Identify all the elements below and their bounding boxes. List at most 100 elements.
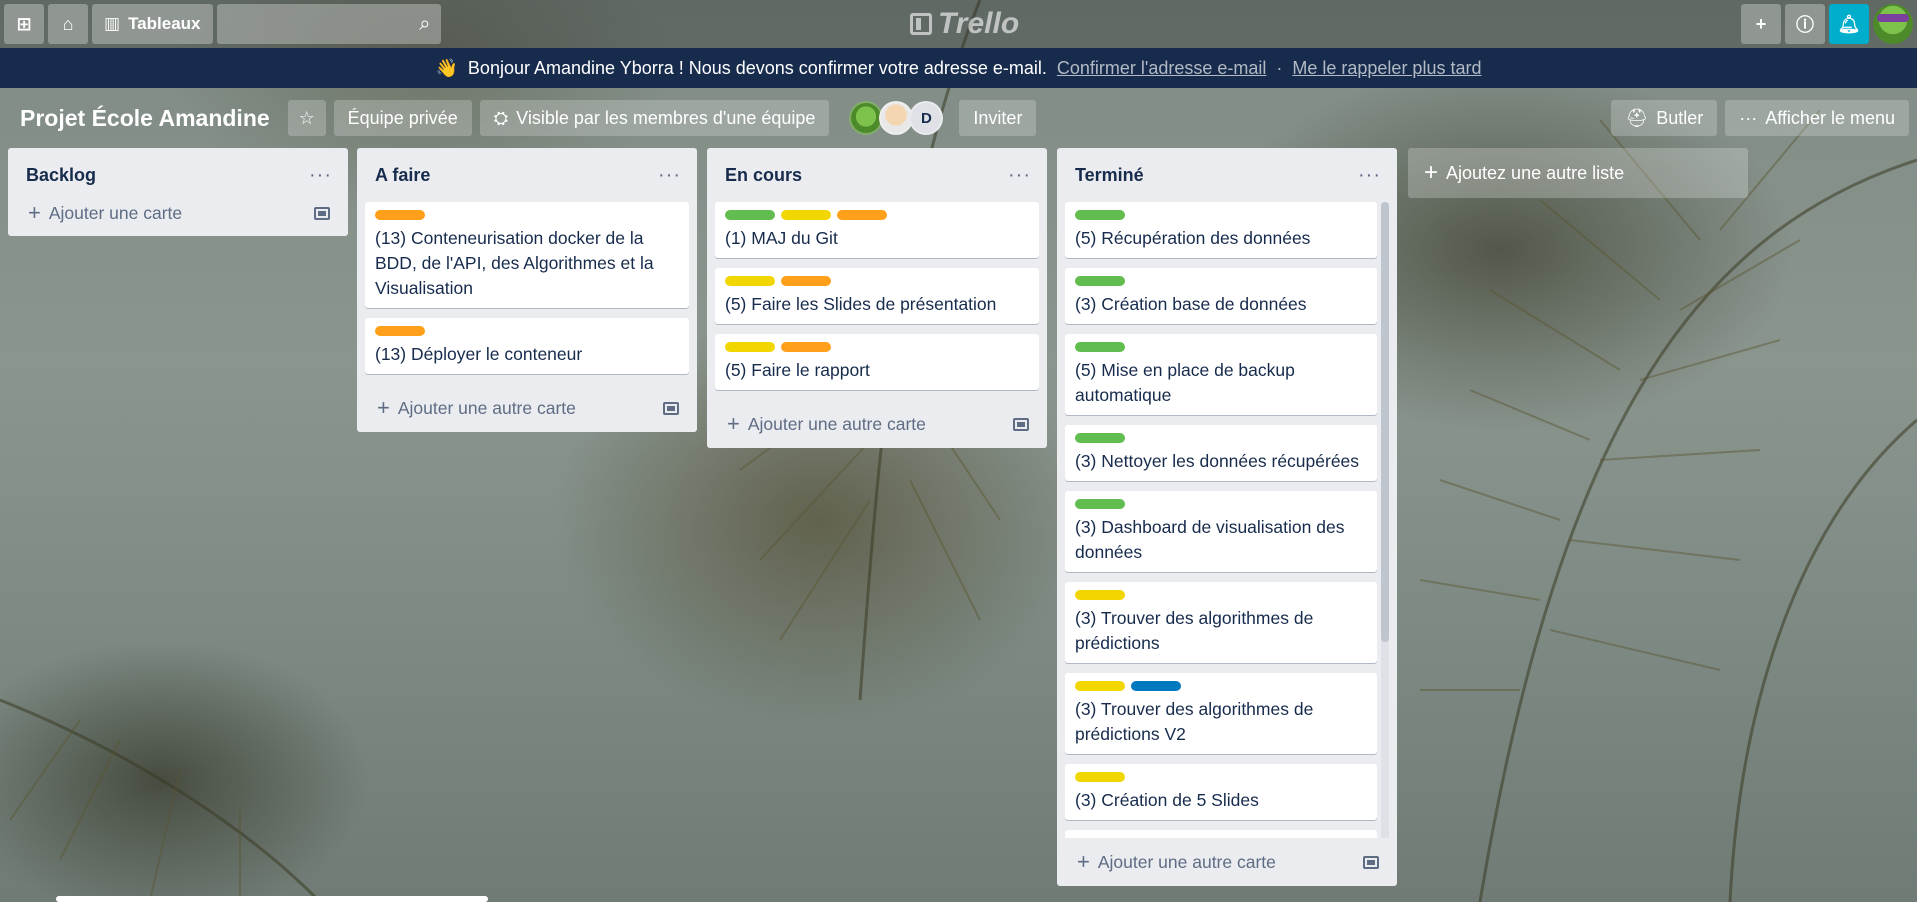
card[interactable]: (3) Nettoyer les données récupérées (1065, 425, 1377, 481)
label-green[interactable] (1075, 276, 1125, 286)
card-labels (1075, 499, 1367, 509)
confirm-email-link[interactable]: Confirmer l'adresse e-mail (1057, 58, 1267, 79)
card-title: (3) Trouver des algorithmes de prédictio… (1075, 608, 1314, 653)
label-yellow[interactable] (1075, 772, 1125, 782)
card[interactable]: (3) Création base de données (1065, 268, 1377, 324)
card[interactable]: (3) Dashboard de visualisation des donné… (1065, 491, 1377, 572)
label-green[interactable] (1075, 342, 1125, 352)
wave-icon: 👋 (435, 57, 458, 78)
card-title: (3) Création de 5 Slides (1075, 790, 1259, 810)
label-orange[interactable] (781, 276, 831, 286)
show-menu-button[interactable]: ··· Afficher le menu (1725, 100, 1909, 136)
card[interactable]: (5) Mise en place de backup automatique (1065, 334, 1377, 415)
search-input[interactable]: ⌕ (216, 4, 441, 44)
header-actions: + ⓘ 🔔︎ (1741, 4, 1913, 44)
card-title: (3) Dashboard de visualisation des donné… (1075, 517, 1345, 562)
card-title: (13) Déployer le conteneur (375, 344, 583, 364)
home-button[interactable]: ⌂ (48, 4, 88, 44)
board-header: Projet École Amandine ☆ Équipe privée ⛭ … (0, 94, 1917, 142)
add-list-button[interactable]: + Ajoutez une autre liste (1408, 148, 1748, 198)
card-title: (1) MAJ du Git (725, 228, 838, 248)
horizontal-scrollbar[interactable] (56, 896, 488, 902)
card-template-icon[interactable] (1363, 855, 1379, 869)
card[interactable] (1065, 830, 1377, 838)
board-header-right: ⛑︎ Butler ··· Afficher le menu (1611, 100, 1909, 136)
butler-label: Butler (1656, 107, 1704, 128)
label-orange[interactable] (375, 210, 425, 220)
label-orange[interactable] (375, 326, 425, 336)
member-avatar-initial[interactable]: D (909, 101, 944, 135)
list-menu-icon[interactable]: ··· (1358, 164, 1381, 187)
label-green[interactable] (725, 210, 775, 220)
plus-icon: + (1755, 13, 1767, 34)
apps-button[interactable]: ⊞ (4, 4, 44, 44)
label-yellow[interactable] (725, 342, 775, 352)
info-icon: ⓘ (1796, 15, 1814, 35)
label-orange[interactable] (781, 342, 831, 352)
card[interactable]: (3) Trouver des algorithmes de prédictio… (1065, 673, 1377, 754)
card-title: (5) Faire les Slides de présentation (725, 294, 997, 314)
label-green[interactable] (1075, 433, 1125, 443)
card[interactable]: (5) Faire les Slides de présentation (715, 268, 1039, 324)
label-yellow[interactable] (781, 210, 831, 220)
card[interactable]: (1) MAJ du Git (715, 202, 1039, 258)
label-green[interactable] (1075, 499, 1125, 509)
card[interactable]: (13) Déployer le conteneur (365, 318, 689, 374)
notifications-button[interactable]: 🔔︎ (1829, 4, 1869, 44)
info-button[interactable]: ⓘ (1785, 4, 1825, 44)
add-card-label: Ajouter une autre carte (747, 413, 926, 434)
label-yellow[interactable] (725, 276, 775, 286)
card[interactable]: (3) Trouver des algorithmes de prédictio… (1065, 582, 1377, 663)
add-card-label: Ajouter une carte (48, 202, 183, 223)
add-card-button[interactable]: + Ajouter une autre carte (365, 384, 689, 432)
list-title[interactable]: Terminé (1075, 165, 1144, 186)
card[interactable]: (5) Récupération des données (1065, 202, 1377, 258)
card-template-icon[interactable] (663, 401, 679, 415)
visibility-button[interactable]: ⛭ Visible par les membres d'une équipe (479, 100, 830, 136)
card-labels (1075, 210, 1367, 220)
card[interactable]: (5) Faire le rapport (715, 334, 1039, 390)
list-menu-icon[interactable]: ··· (658, 164, 681, 187)
butler-button[interactable]: ⛑︎ Butler (1611, 100, 1718, 136)
card-labels (1075, 342, 1367, 352)
scrollbar-track[interactable] (1381, 202, 1389, 838)
star-button[interactable]: ☆ (287, 100, 326, 136)
label-blue[interactable] (1131, 681, 1181, 691)
card-template-icon[interactable] (314, 206, 330, 220)
add-card-button[interactable]: + Ajouter une carte (16, 190, 340, 236)
scrollbar-thumb[interactable] (1381, 202, 1389, 642)
member-avatar-turtle[interactable] (849, 101, 884, 135)
list-title[interactable]: En cours (725, 165, 802, 186)
plus-icon: + (727, 411, 740, 436)
add-card-button[interactable]: + Ajouter une autre carte (1065, 838, 1389, 886)
member-avatar-character[interactable] (879, 101, 914, 135)
boards-button[interactable]: ▥ Tableaux (92, 4, 213, 44)
trello-logo[interactable]: Trello (910, 7, 1019, 41)
card[interactable]: (3) Création de 5 Slides (1065, 764, 1377, 820)
team-button[interactable]: Équipe privée (333, 100, 472, 136)
card-labels (1075, 590, 1367, 600)
card-template-icon[interactable] (1013, 417, 1029, 431)
create-button[interactable]: + (1741, 4, 1781, 44)
boards-label: Tableaux (128, 14, 201, 33)
card[interactable]: (13) Conteneurisation docker de la BDD, … (365, 202, 689, 308)
user-avatar[interactable] (1873, 4, 1913, 44)
member-initial: D (921, 109, 932, 127)
card-labels (1075, 772, 1367, 782)
card-labels (725, 342, 1029, 352)
list-title[interactable]: A faire (375, 165, 430, 186)
add-card-button[interactable]: + Ajouter une autre carte (715, 400, 1039, 448)
board-title[interactable]: Projet École Amandine (10, 105, 280, 132)
label-orange[interactable] (837, 210, 887, 220)
invite-button[interactable]: Inviter (959, 100, 1037, 136)
plus-icon: + (377, 395, 390, 420)
label-yellow[interactable] (1075, 590, 1125, 600)
remind-later-link[interactable]: Me le rappeler plus tard (1292, 58, 1481, 79)
list-menu-icon[interactable]: ··· (1008, 164, 1031, 187)
label-green[interactable] (1075, 210, 1125, 220)
label-yellow[interactable] (1075, 681, 1125, 691)
card-labels (725, 276, 1029, 286)
card-title: (5) Récupération des données (1075, 228, 1311, 248)
list-title[interactable]: Backlog (26, 165, 96, 186)
list-menu-icon[interactable]: ··· (309, 164, 332, 187)
